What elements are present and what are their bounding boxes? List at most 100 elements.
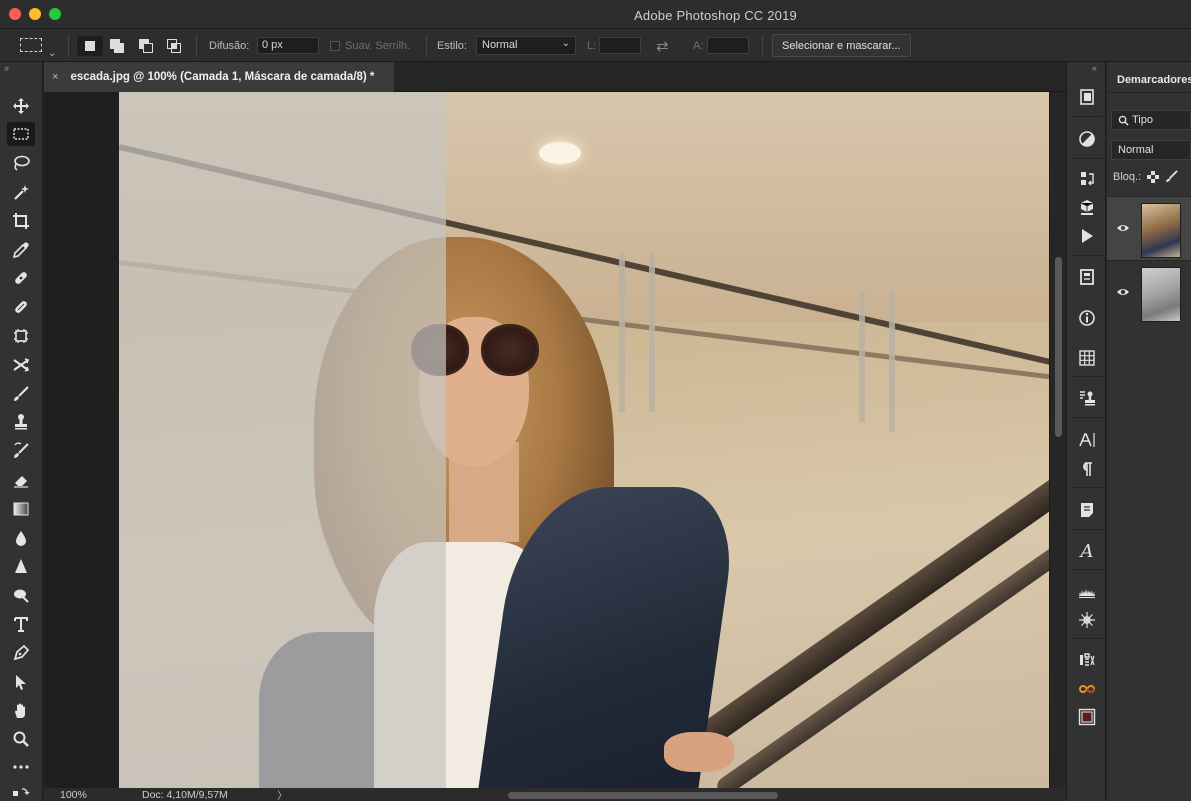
blend-mode-select[interactable]: Normal <box>1111 140 1191 160</box>
new-selection-icon <box>85 41 95 51</box>
3d-panel-icon[interactable] <box>1076 196 1098 218</box>
collapse-panels-icon[interactable]: ‹‹ <box>1092 63 1097 73</box>
vertical-scroll-thumb[interactable] <box>1055 257 1062 437</box>
height-label: A: <box>693 39 704 52</box>
document-tab-title: escada.jpg @ 100% (Camada 1, Máscara de … <box>70 71 375 83</box>
infinity-plugin-icon[interactable] <box>1076 678 1098 700</box>
feather-input[interactable]: 0 px <box>257 37 319 54</box>
image-glass-post <box>889 292 895 432</box>
adjustments-panel-icon[interactable] <box>1076 128 1098 150</box>
brush-tool-icon[interactable] <box>7 382 35 406</box>
visibility-eye-icon[interactable] <box>1116 221 1130 235</box>
history-brush-tool-icon[interactable] <box>7 439 35 463</box>
layer-row-background[interactable] <box>1107 260 1191 324</box>
navigator-panel-icon[interactable] <box>1076 609 1098 631</box>
swatches-grid-icon[interactable] <box>1076 347 1098 369</box>
dodge-tool-icon[interactable] <box>7 583 35 607</box>
zoom-tool-icon[interactable] <box>7 727 35 751</box>
image-hand <box>664 732 734 772</box>
zoom-level[interactable]: 100% <box>60 789 87 801</box>
image-glass-post <box>649 252 655 412</box>
horizontal-scroll-thumb[interactable] <box>508 792 778 799</box>
document-image[interactable] <box>119 92 1049 788</box>
style-label: Estilo: <box>437 39 467 52</box>
path-selection-tool-icon[interactable] <box>7 670 35 694</box>
more-tools-icon[interactable] <box>7 760 35 774</box>
properties-panel-icon[interactable] <box>1076 266 1098 288</box>
layer-thumbnail[interactable] <box>1141 267 1181 322</box>
rectangular-marquee-preset-icon[interactable] <box>20 38 42 52</box>
lock-row: Bloq.: <box>1113 170 1178 183</box>
lock-pixels-brush-icon[interactable] <box>1165 170 1178 183</box>
paragraph-panel-icon[interactable] <box>1076 458 1098 480</box>
subtract-from-selection-button[interactable] <box>133 36 159 56</box>
swap-width-height-icon[interactable]: ⇄ <box>656 37 669 55</box>
layer-kind-filter[interactable]: Tipo <box>1111 110 1191 130</box>
clone-source-panel-icon[interactable] <box>1076 387 1098 409</box>
histogram-panel-icon[interactable] <box>1076 580 1098 602</box>
clone-stamp-tool-icon[interactable] <box>7 410 35 434</box>
new-selection-button[interactable] <box>77 36 103 56</box>
marquee-tool-icon[interactable] <box>7 122 35 146</box>
default-colors-icon[interactable] <box>7 784 35 800</box>
document-tab[interactable]: × escada.jpg @ 100% (Camada 1, Máscara d… <box>44 62 394 92</box>
content-aware-move-tool-icon[interactable] <box>7 353 35 377</box>
width-input[interactable] <box>599 37 641 54</box>
height-input[interactable] <box>707 37 749 54</box>
anti-alias-label: Suav. Serrilh. <box>345 39 411 52</box>
eraser-tool-icon[interactable] <box>7 468 35 492</box>
info-panel-icon[interactable] <box>1076 307 1098 329</box>
blend-mode-value: Normal <box>1118 144 1154 156</box>
eyedropper-tool-icon[interactable] <box>7 238 35 262</box>
layer-thumbnail[interactable] <box>1141 203 1181 258</box>
mask-desaturated-region <box>119 92 446 788</box>
pasteboard <box>44 92 119 788</box>
sharpen-tool-icon[interactable] <box>7 554 35 578</box>
crop-tool-icon[interactable] <box>7 209 35 233</box>
anti-alias-checkbox[interactable] <box>330 41 340 51</box>
divider <box>762 35 763 57</box>
panel-icon-strip: ‹‹ A <box>1066 62 1106 801</box>
paths-tab[interactable]: Demarcadores <box>1107 74 1191 94</box>
gradient-tool-icon[interactable] <box>7 497 35 521</box>
healing-brush-tool-icon[interactable] <box>7 295 35 319</box>
type-tool-icon[interactable] <box>7 612 35 636</box>
style-select[interactable]: Normal ⌄ <box>476 36 576 55</box>
history-panel-icon[interactable] <box>1076 86 1098 108</box>
character-panel-icon[interactable] <box>1076 429 1098 451</box>
hand-tool-icon[interactable] <box>7 699 35 723</box>
collapse-toolbar-icon[interactable]: ›› <box>4 63 9 73</box>
canvas-area[interactable] <box>44 92 1049 788</box>
blur-tool-icon[interactable] <box>7 526 35 550</box>
visibility-eye-icon[interactable] <box>1116 285 1130 299</box>
patch-tool-icon[interactable] <box>7 324 35 348</box>
vertical-scrollbar[interactable] <box>1049 92 1066 788</box>
notes-panel-icon[interactable] <box>1076 499 1098 521</box>
document-tab-bar: × escada.jpg @ 100% (Camada 1, Máscara d… <box>44 62 1066 92</box>
document-info: Doc: 4,10M/9,57M <box>142 789 228 801</box>
intersect-selection-button[interactable] <box>161 36 187 56</box>
pen-tool-icon[interactable] <box>7 641 35 665</box>
lock-label: Bloq.: <box>1113 170 1142 183</box>
image-ceiling-light <box>539 142 581 164</box>
select-and-mask-button[interactable]: Selecionar e mascarar... <box>772 34 911 57</box>
magic-wand-tool-icon[interactable] <box>7 180 35 204</box>
plugin-panel-icon[interactable] <box>1076 649 1098 671</box>
status-menu-arrow-icon[interactable]: 〉 <box>277 788 288 801</box>
spot-healing-tool-icon[interactable] <box>7 266 35 290</box>
close-tab-icon[interactable]: × <box>52 71 58 83</box>
glyphs-panel-icon[interactable]: A <box>1076 540 1098 562</box>
image-sunglasses <box>481 324 539 376</box>
tools-panel: ›› <box>0 62 43 801</box>
actions-play-icon[interactable] <box>1076 225 1098 247</box>
layer-comps-panel-icon[interactable] <box>1076 168 1098 190</box>
move-tool-icon[interactable] <box>7 94 35 118</box>
lock-transparency-icon[interactable] <box>1147 170 1160 183</box>
frame-plugin-icon[interactable] <box>1076 706 1098 728</box>
layer-row-camada-1[interactable] <box>1107 196 1191 260</box>
lasso-tool-icon[interactable] <box>7 151 35 175</box>
feather-label: Difusão: <box>209 39 250 52</box>
horizontal-scrollbar[interactable] <box>336 789 1058 800</box>
add-to-selection-button[interactable] <box>104 36 130 56</box>
style-select-value: Normal <box>482 39 518 51</box>
